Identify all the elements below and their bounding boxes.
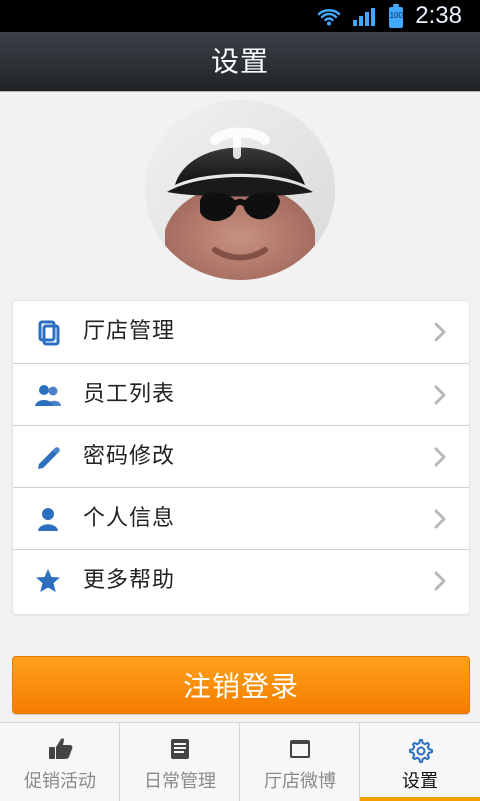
menu-label: 更多帮助 [83, 568, 176, 593]
menu-label: 员工列表 [83, 382, 176, 407]
chevron-right-icon [433, 509, 447, 529]
menu-item-change-password[interactable]: 密码修改 [13, 425, 469, 488]
pencil-icon [33, 442, 63, 472]
logout-button[interactable]: 注销登录 [12, 656, 470, 714]
person-icon [33, 504, 63, 534]
bottom-nav: 促销活动 日常管理 厅店微博 设置 [0, 722, 480, 801]
menu-item-store-management[interactable]: 厅店管理 [13, 301, 469, 363]
tab-label: 设置 [402, 771, 438, 792]
settings-menu-card: 厅店管理 员工列表 密码修改 个人信息 更多帮助 [12, 300, 470, 615]
star-icon [33, 566, 63, 596]
status-icons: 100 2:38 [317, 0, 462, 32]
tab-label: 日常管理 [144, 771, 216, 792]
chevron-right-icon [433, 571, 447, 591]
tab-label: 厅店微博 [264, 771, 336, 792]
menu-item-more-help[interactable]: 更多帮助 [13, 549, 469, 612]
gear-icon [406, 735, 434, 763]
window-icon [286, 735, 314, 763]
chevron-right-icon [433, 447, 447, 467]
avatar-photo [145, 100, 335, 280]
chevron-right-icon [433, 322, 447, 342]
tab-promotions[interactable]: 促销活动 [0, 723, 120, 801]
logout-label: 注销登录 [182, 670, 299, 703]
thumbs-up-icon [46, 735, 74, 763]
status-bar: 100 2:38 [0, 0, 480, 32]
menu-item-personal-info[interactable]: 个人信息 [13, 487, 469, 550]
page-title: 设置 [210, 45, 269, 78]
chevron-right-icon [433, 385, 447, 405]
tab-daily-management[interactable]: 日常管理 [120, 723, 240, 801]
status-time: 2:38 [415, 2, 462, 29]
menu-label: 厅店管理 [83, 319, 176, 344]
signal-icon [351, 4, 377, 28]
title-bar: 设置 [0, 32, 480, 91]
battery-level-text: 100 [389, 11, 403, 20]
documents-icon [33, 317, 63, 347]
tab-settings[interactable]: 设置 [360, 723, 480, 801]
users-icon [33, 380, 63, 410]
battery-icon: 100 [387, 3, 405, 29]
avatar[interactable] [145, 100, 335, 280]
tab-store-weibo[interactable]: 厅店微博 [240, 723, 360, 801]
notes-icon [166, 735, 194, 763]
menu-label: 密码修改 [83, 444, 176, 469]
tab-label: 促销活动 [24, 771, 96, 792]
menu-label: 个人信息 [83, 506, 176, 531]
wifi-icon [317, 4, 341, 28]
menu-item-staff-list[interactable]: 员工列表 [13, 363, 469, 426]
